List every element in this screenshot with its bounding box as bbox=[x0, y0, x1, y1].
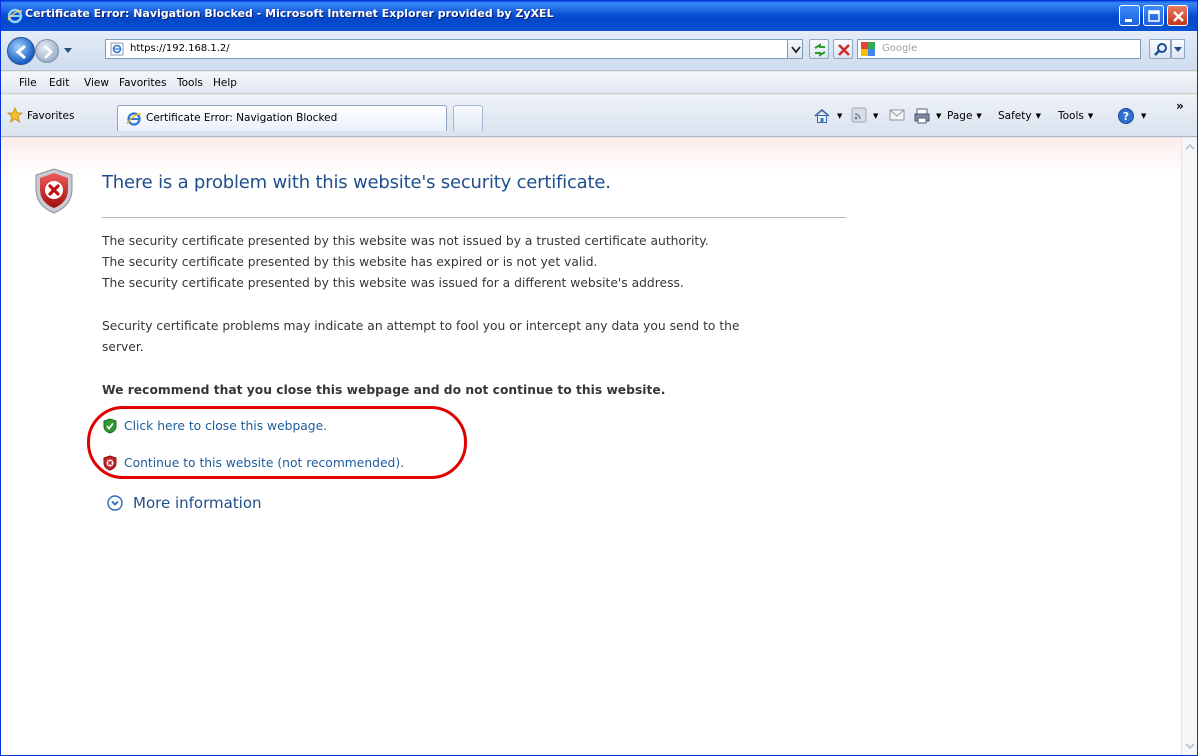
search-options-dropdown[interactable] bbox=[1171, 39, 1185, 59]
minimize-icon bbox=[1125, 19, 1132, 22]
refresh-button[interactable] bbox=[809, 39, 829, 59]
url-text: https://192.168.1.2/ bbox=[130, 43, 230, 54]
window-title: Certificate Error: Navigation Blocked - … bbox=[25, 7, 554, 20]
back-button[interactable] bbox=[7, 37, 35, 65]
menu-file[interactable]: File bbox=[19, 72, 37, 94]
more-information-link[interactable]: More information bbox=[133, 493, 262, 513]
safety-menu-label: Safety bbox=[998, 110, 1032, 122]
toolbar-overflow-button[interactable]: » bbox=[1176, 97, 1184, 115]
menu-tools[interactable]: Tools bbox=[177, 72, 203, 94]
search-placeholder: Google bbox=[882, 43, 918, 54]
stop-button[interactable] bbox=[833, 39, 853, 59]
recent-pages-dropdown-icon[interactable] bbox=[63, 45, 73, 55]
back-arrow-icon bbox=[15, 44, 26, 60]
tools-menu-button[interactable]: Tools ▼ bbox=[1058, 107, 1093, 125]
menu-help[interactable]: Help bbox=[213, 72, 237, 94]
forward-button[interactable] bbox=[35, 39, 59, 63]
chevron-down-circle-icon bbox=[107, 495, 123, 511]
new-tab-button[interactable] bbox=[453, 105, 483, 131]
error-heading: There is a problem with this website's s… bbox=[102, 172, 611, 193]
star-icon bbox=[7, 107, 23, 123]
menu-edit[interactable]: Edit bbox=[49, 72, 69, 94]
safety-menu-button[interactable]: Safety ▼ bbox=[998, 107, 1041, 125]
tab-certificate-error[interactable]: Certificate Error: Navigation Blocked bbox=[117, 105, 447, 131]
ie-logo-icon bbox=[126, 112, 142, 126]
tab-bar: Favorites Certificate Error: Navigation … bbox=[1, 95, 1197, 137]
menu-bar: File Edit View Favorites Tools Help bbox=[1, 72, 1197, 94]
warning-text-line: Security certificate problems may indica… bbox=[102, 319, 740, 333]
highlight-annotation bbox=[87, 406, 467, 479]
minimize-button[interactable] bbox=[1119, 5, 1140, 26]
maximize-icon bbox=[1148, 10, 1160, 22]
menu-favorites[interactable]: Favorites bbox=[119, 72, 166, 94]
title-bar: Certificate Error: Navigation Blocked - … bbox=[1, 1, 1197, 31]
warning-text-line: server. bbox=[102, 340, 144, 354]
refresh-icon bbox=[814, 43, 826, 57]
rss-feed-icon[interactable] bbox=[851, 107, 867, 123]
page-menu-label: Page bbox=[947, 110, 973, 122]
reason-line: The security certificate presented by th… bbox=[102, 255, 598, 269]
magnifier-icon bbox=[1154, 43, 1167, 56]
page-ie-icon bbox=[110, 42, 124, 56]
mail-icon[interactable] bbox=[889, 107, 905, 123]
tools-menu-label: Tools bbox=[1058, 110, 1084, 122]
home-icon[interactable] bbox=[813, 107, 831, 125]
shield-error-icon bbox=[35, 168, 73, 214]
heading-divider bbox=[102, 217, 846, 218]
home-dropdown-icon[interactable]: ▼ bbox=[833, 107, 842, 125]
reason-line: The security certificate presented by th… bbox=[102, 234, 709, 248]
maximize-button[interactable] bbox=[1143, 5, 1164, 26]
tab-title: Certificate Error: Navigation Blocked bbox=[146, 112, 338, 124]
favorites-label: Favorites bbox=[27, 110, 75, 122]
vertical-scrollbar[interactable] bbox=[1181, 138, 1197, 755]
stop-icon bbox=[838, 44, 850, 56]
recommendation-text: We recommend that you close this webpage… bbox=[102, 383, 666, 397]
browser-window: Certificate Error: Navigation Blocked - … bbox=[0, 0, 1198, 756]
print-icon[interactable] bbox=[913, 107, 931, 125]
address-dropdown-button[interactable] bbox=[787, 39, 803, 59]
help-dropdown-icon[interactable]: ▼ bbox=[1137, 107, 1146, 125]
scroll-down-icon[interactable] bbox=[1183, 739, 1197, 753]
page-menu-button[interactable]: Page ▼ bbox=[947, 107, 982, 125]
address-toolbar: https://192.168.1.2/ Google bbox=[1, 31, 1197, 71]
feed-dropdown-icon[interactable]: ▼ bbox=[869, 107, 878, 125]
print-dropdown-icon[interactable]: ▼ bbox=[932, 107, 941, 125]
forward-arrow-icon bbox=[44, 45, 53, 59]
address-input[interactable]: https://192.168.1.2/ bbox=[105, 39, 801, 59]
help-icon[interactable]: ? bbox=[1117, 107, 1135, 125]
search-button[interactable] bbox=[1149, 39, 1171, 59]
scroll-up-icon[interactable] bbox=[1183, 140, 1197, 154]
search-input[interactable]: Google bbox=[857, 39, 1141, 59]
close-icon bbox=[1173, 11, 1184, 22]
ie-logo-icon bbox=[7, 8, 23, 24]
reason-line: The security certificate presented by th… bbox=[102, 276, 684, 290]
google-icon bbox=[861, 42, 875, 56]
close-window-button[interactable] bbox=[1167, 5, 1188, 26]
menu-view[interactable]: View bbox=[84, 72, 109, 94]
svg-text:?: ? bbox=[1123, 110, 1129, 123]
page-content: There is a problem with this website's s… bbox=[1, 138, 1181, 755]
chevron-down-icon bbox=[791, 46, 801, 54]
chevron-down-icon bbox=[1174, 47, 1182, 52]
